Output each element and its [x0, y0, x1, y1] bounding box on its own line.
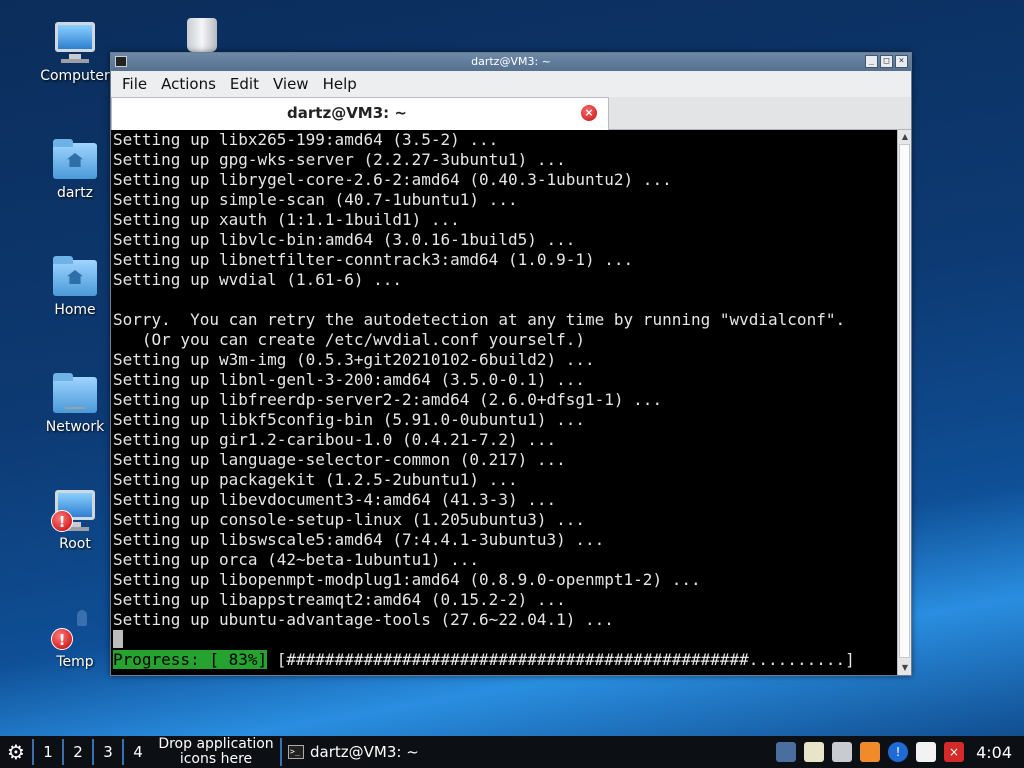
scroll-down-icon[interactable]: ▼	[899, 662, 911, 674]
workspace-2[interactable]: 2	[62, 739, 92, 765]
terminal-window: dartz@VM3: ~ _ □ × File Actions Edit Vie…	[110, 52, 912, 676]
progress-line: Progress: [ 83%] [######################…	[113, 650, 855, 670]
menu-actions[interactable]: Actions	[154, 75, 223, 93]
workspace-3[interactable]: 3	[92, 739, 122, 765]
terminal-line: Sorry. You can retry the autodetection a…	[113, 310, 846, 329]
window-titlebar[interactable]: dartz@VM3: ~ _ □ ×	[111, 53, 911, 71]
warning-icon: !	[51, 510, 73, 532]
terminal-line: Setting up language-selector-common (0.2…	[113, 450, 566, 469]
window-title: dartz@VM3: ~	[471, 55, 551, 68]
warning-icon: !	[51, 628, 73, 650]
desktop-icon-label: Home	[54, 302, 96, 318]
notes-icon[interactable]	[916, 742, 937, 762]
volume-muted-icon[interactable]	[832, 742, 853, 762]
progress-bar-text: [#######################################…	[276, 650, 855, 669]
terminal-line: Setting up libevdocument3-4:amd64 (41.3-…	[113, 490, 557, 509]
terminal-cursor	[113, 630, 123, 648]
taskbar-item-label: dartz@VM3: ~	[310, 743, 419, 761]
terminal-line: Setting up packagekit (1.2.5-2ubuntu1) .…	[113, 470, 518, 489]
terminal-line: Setting up gir1.2-caribou-1.0 (0.4.21-7.…	[113, 430, 557, 449]
desktop-icon-label: Root	[59, 536, 91, 552]
launcher-drop-area[interactable]: Drop application icons here	[152, 737, 280, 767]
terminal-line: Setting up libfreerdp-server2-2:amd64 (2…	[113, 390, 663, 409]
clipboard-icon[interactable]	[804, 742, 825, 762]
terminal-line: Setting up libopenmpt-modplug1:amd64 (0.…	[113, 570, 701, 589]
clock[interactable]: 4:04	[972, 743, 1016, 762]
taskbar: ⚙ 1 2 3 4 Drop application icons here >_…	[0, 736, 1024, 768]
home-folder-icon	[51, 254, 99, 300]
terminal-app-icon	[115, 56, 127, 67]
terminal-line: Setting up console-setup-linux (1.205ubu…	[113, 510, 586, 529]
menu-edit[interactable]: Edit	[223, 75, 266, 93]
menubar: File Actions Edit View Help	[111, 71, 911, 97]
terminal-line: Setting up libkf5config-bin (5.91.0-0ubu…	[113, 410, 586, 429]
network-folder-icon	[51, 371, 99, 417]
desktop-icon-computer[interactable]: Computer	[30, 20, 120, 84]
terminal-line: Setting up w3m-img (0.5.3+git20210102-6b…	[113, 350, 595, 369]
terminal-line: Setting up librygel-core-2.6-2:amd64 (0.…	[113, 170, 672, 189]
terminal-icon: >_	[288, 745, 304, 759]
menu-view[interactable]: View	[266, 75, 316, 93]
info-icon[interactable]: !	[888, 742, 909, 762]
home-folder-icon	[51, 137, 99, 183]
terminal-line: (Or you can create /etc/wvdial.conf your…	[113, 330, 586, 349]
workspace-4[interactable]: 4	[122, 739, 152, 765]
network-tray-icon[interactable]	[776, 742, 797, 762]
menu-help[interactable]: Help	[316, 75, 364, 93]
desktop-icon-home[interactable]: Home	[30, 254, 120, 318]
desktop-icon-label: dartz	[56, 185, 94, 201]
system-tray: ! × 4:04	[776, 736, 1024, 768]
root-computer-icon: !	[51, 488, 99, 534]
terminal-line: Setting up libnl-genl-3-200:amd64 (3.5.0…	[113, 370, 586, 389]
desktop-icon-network[interactable]: Network	[30, 371, 120, 435]
minimize-button[interactable]: _	[865, 55, 878, 68]
terminal-cursor-line	[113, 630, 845, 650]
desktop-icon-temp[interactable]: ! Temp	[30, 606, 120, 670]
terminal-scrollbar[interactable]: ▲ ▼	[897, 130, 911, 675]
terminal-line: Setting up xauth (1:1.1-1build1) ...	[113, 210, 460, 229]
desktop-icon-label: Network	[45, 419, 105, 435]
terminal-line: Setting up simple-scan (40.7-1ubuntu1) .…	[113, 190, 518, 209]
menu-file[interactable]: File	[115, 75, 154, 93]
terminal-line: Setting up libvlc-bin:amd64 (3.0.16-1bui…	[113, 230, 576, 249]
desktop-icon-dartz[interactable]: dartz	[30, 137, 120, 201]
terminal-line: Setting up libnetfilter-conntrack3:amd64…	[113, 250, 634, 269]
progress-label: Progress: [ 83%]	[113, 650, 268, 669]
updates-icon[interactable]	[860, 742, 881, 762]
terminal-output[interactable]: Setting up libx265-199:amd64 (3.5-2) ...…	[111, 130, 897, 675]
tab-title: dartz@VM3: ~	[287, 104, 407, 122]
temp-user-icon: !	[51, 606, 99, 652]
terminal-lines: Setting up libx265-199:amd64 (3.5-2) ...…	[113, 130, 845, 650]
tab-terminal[interactable]: dartz@VM3: ~ ×	[111, 97, 609, 130]
terminal-line: Setting up libappstreamqt2:amd64 (0.15.2…	[113, 590, 566, 609]
tab-close-icon[interactable]: ×	[581, 105, 597, 121]
terminal-line: Setting up libswscale5:amd64 (7:4.4.1-3u…	[113, 530, 605, 549]
desktop-icon-root[interactable]: ! Root	[30, 488, 120, 552]
terminal-line: Setting up gpg-wks-server (2.2.27-3ubunt…	[113, 150, 566, 169]
taskbar-item-terminal[interactable]: >_ dartz@VM3: ~	[280, 738, 430, 766]
maximize-button[interactable]: □	[880, 55, 893, 68]
start-menu-icon[interactable]: ⚙	[0, 736, 32, 768]
terminal-line: Setting up orca (42~beta-1ubuntu1) ...	[113, 550, 480, 569]
close-button[interactable]: ×	[895, 55, 908, 68]
terminal-line: Setting up libx265-199:amd64 (3.5-2) ...	[113, 130, 499, 149]
close-session-icon[interactable]: ×	[944, 742, 965, 762]
desktop-icon-label: Temp	[56, 654, 94, 670]
scrollbar-thumb[interactable]	[899, 144, 910, 658]
scroll-up-icon[interactable]: ▲	[899, 131, 911, 143]
tab-bar: dartz@VM3: ~ ×	[111, 97, 911, 130]
workspace-1[interactable]: 1	[32, 739, 62, 765]
terminal-line: Setting up wvdial (1.61-6) ...	[113, 270, 402, 289]
terminal-line: Setting up ubuntu-advantage-tools (27.6~…	[113, 610, 614, 629]
desktop-icon-label: Computer	[40, 68, 110, 84]
computer-icon	[51, 20, 99, 66]
